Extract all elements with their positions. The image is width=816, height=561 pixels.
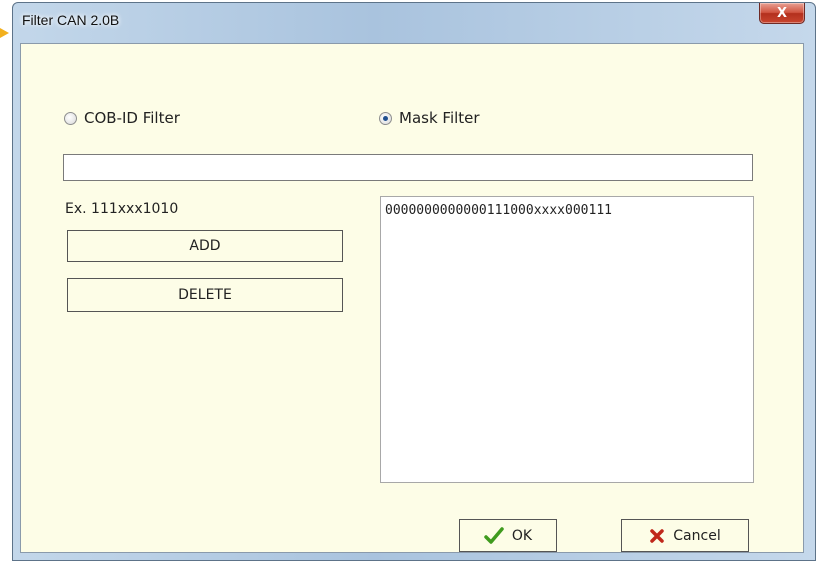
cob-id-filter-option[interactable]: COB-ID Filter [64, 109, 180, 127]
close-icon: X [776, 5, 788, 21]
filter-dialog-window: Filter CAN 2.0B X COB-ID Filter Mask Fil… [12, 2, 816, 561]
cancel-label: Cancel [673, 527, 721, 544]
checkmark-icon [484, 526, 504, 545]
filter-list-item[interactable]: 0000000000000111000xxxx000111 [385, 203, 749, 218]
cancel-button[interactable]: Cancel [621, 519, 749, 552]
title-bar[interactable]: Filter CAN 2.0B X [13, 3, 815, 43]
delete-button[interactable]: DELETE [67, 278, 343, 312]
red-x-icon [649, 528, 665, 544]
ok-label: OK [511, 527, 533, 544]
dialog-client-area: COB-ID Filter Mask Filter Ex. 111xxx1010… [20, 43, 804, 553]
filter-listbox[interactable]: 0000000000000111000xxxx000111 [380, 196, 754, 483]
ok-button[interactable]: OK [459, 519, 557, 552]
filter-value-input[interactable] [63, 154, 753, 181]
close-button[interactable]: X [759, 3, 805, 24]
mask-radio[interactable] [379, 111, 392, 125]
cob-id-radio[interactable] [64, 111, 77, 125]
window-title: Filter CAN 2.0B [22, 12, 120, 28]
pointer-marker [0, 28, 9, 38]
example-hint: Ex. 111xxx1010 [65, 201, 179, 217]
cob-id-filter-label: COB-ID Filter [84, 109, 180, 127]
mask-filter-option[interactable]: Mask Filter [379, 109, 480, 127]
add-button[interactable]: ADD [67, 230, 343, 262]
mask-filter-label: Mask Filter [399, 109, 480, 127]
